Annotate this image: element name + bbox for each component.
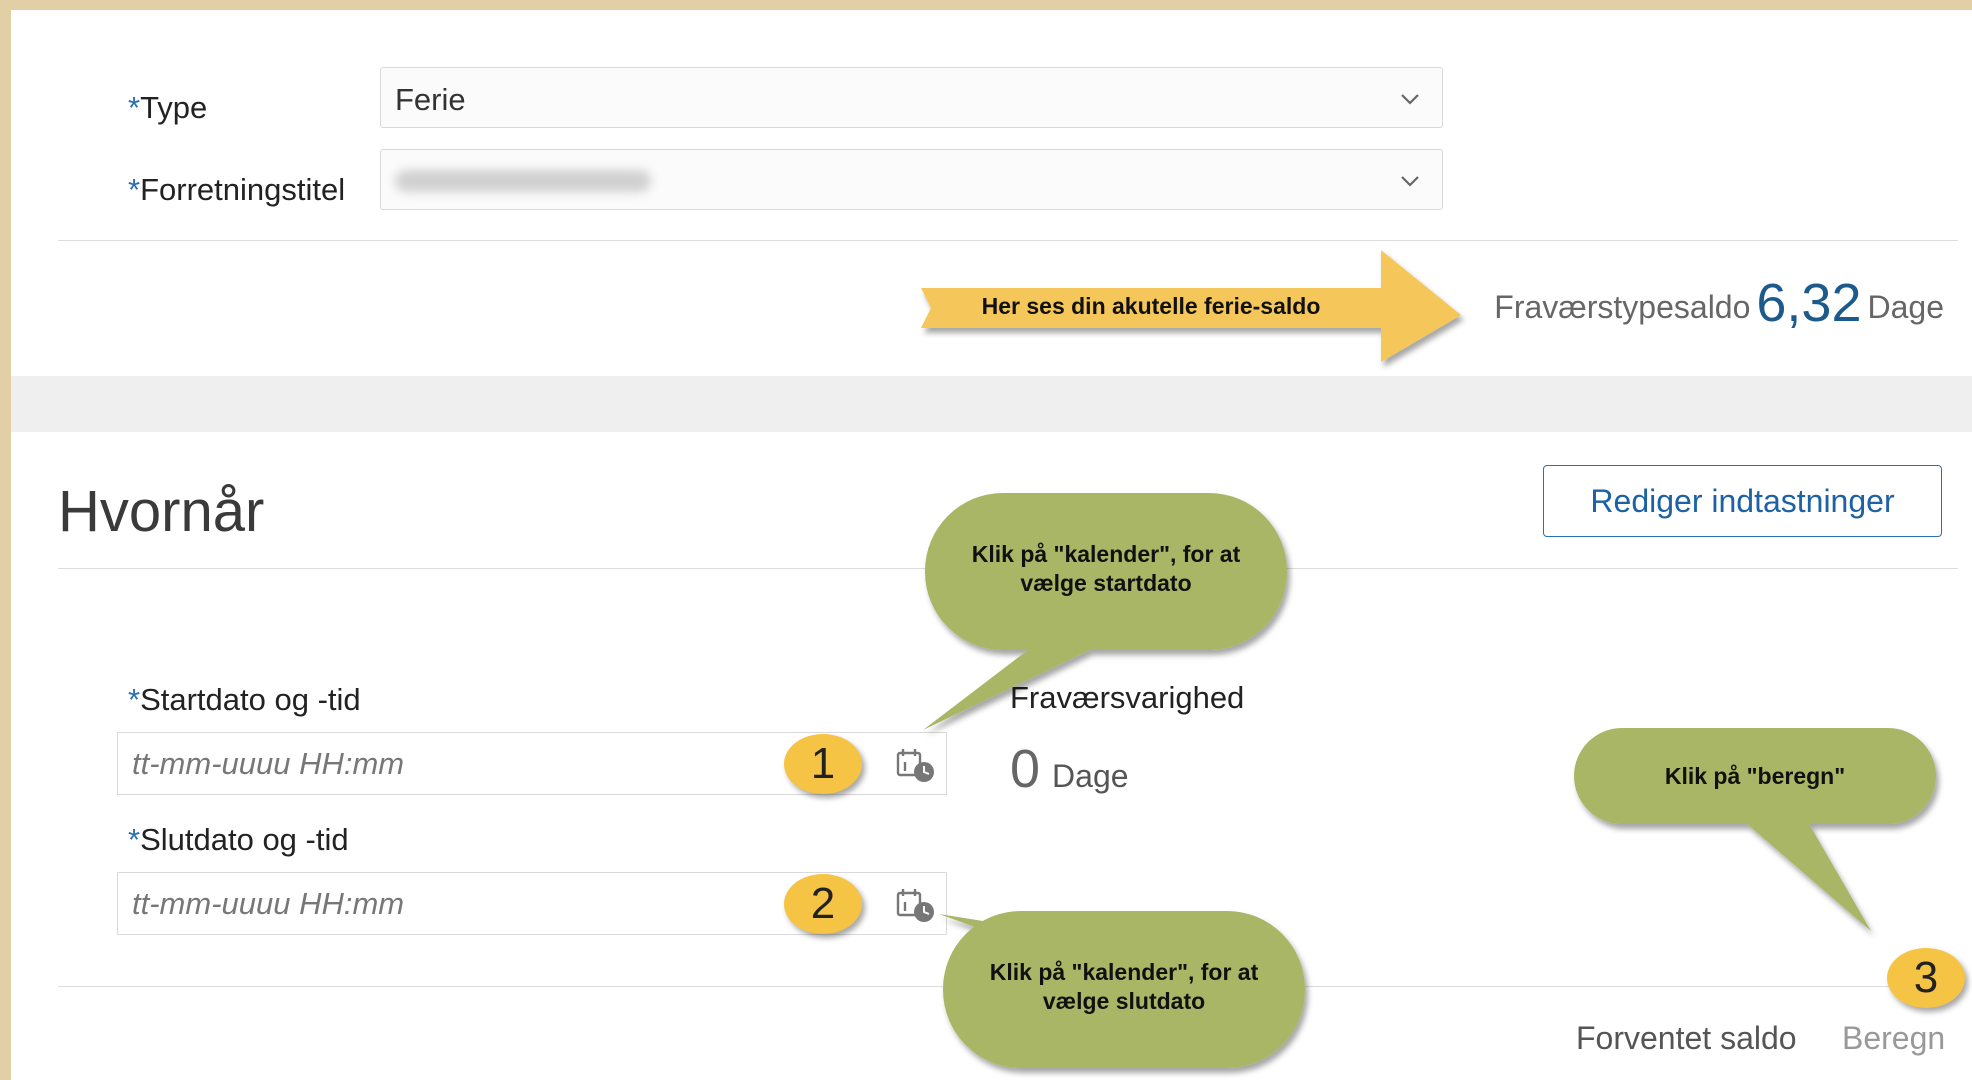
callout-start-shape	[923, 493, 1287, 730]
step-badge-1: 1	[784, 734, 862, 794]
step-badge-3: 3	[1887, 948, 1965, 1008]
callout-end-text: Klik på "kalender", for at vælge slutdat…	[989, 959, 1259, 1014]
callout-start-text: Klik på "kalender", for at vælge startda…	[971, 541, 1241, 596]
callout-calc-shape	[1574, 728, 1936, 931]
callout-calc-text: Klik på "beregn"	[1664, 763, 1846, 789]
arrow-annotation-text: Her ses din akutelle ferie-saldo	[981, 293, 1321, 319]
page-frame: *Type Ferie *Forretningstitel Fraværstyp…	[11, 10, 1972, 1080]
step-badge-2: 2	[784, 874, 862, 934]
